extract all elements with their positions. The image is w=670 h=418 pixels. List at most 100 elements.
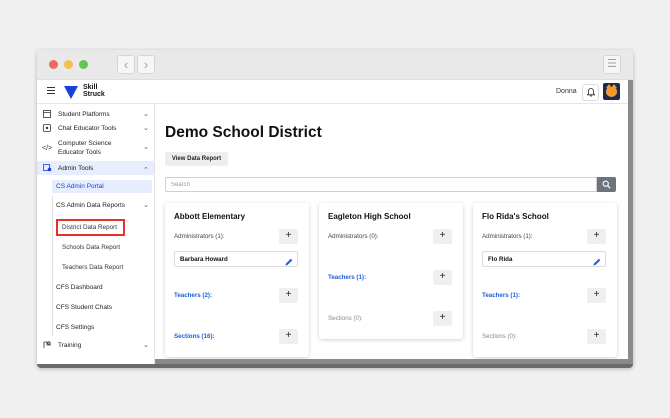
plus-icon: + — [593, 230, 600, 241]
chevron-down-icon: ⌄ — [143, 144, 149, 151]
sections-link[interactable]: Sections (16): — [174, 333, 215, 340]
administrator-entry: Flo Rida — [482, 251, 606, 267]
sidebar-item-cs-educator-tools[interactable]: </> Computer Science Educator Tools ⌄ — [37, 139, 154, 159]
administrator-name: Flo Rida — [488, 256, 513, 263]
plus-icon: + — [285, 230, 292, 241]
sidebar-item-cfs-student-chats[interactable]: CFS Student Chats — [56, 304, 112, 311]
plus-icon: + — [439, 230, 446, 241]
add-section-button[interactable]: + — [279, 329, 298, 344]
sidebar-item-training[interactable]: Training ⌄ — [37, 341, 154, 351]
school-name: Abbott Elementary — [174, 212, 246, 221]
plus-icon: + — [439, 271, 446, 282]
add-teacher-button[interactable]: + — [587, 288, 606, 303]
administrators-label: Administrators (1): — [482, 233, 533, 240]
school-card-flo-rida: Flo Rida's School Administrators (1): + … — [473, 203, 617, 357]
chevron-down-icon: ⌄ — [143, 111, 149, 118]
fox-avatar-icon — [606, 84, 617, 97]
add-administrator-button[interactable]: + — [433, 229, 452, 244]
sidebar-item-label-line-2: Educator Tools — [58, 149, 101, 156]
administrator-entry: Barbara Howard — [174, 251, 298, 267]
sidebar-item-student-platforms[interactable]: Student Platforms ⌄ — [37, 110, 154, 120]
plus-icon: + — [593, 289, 600, 300]
sidebar-item-cs-admin-portal[interactable]: CS Admin Portal — [56, 183, 104, 190]
sidebar-item-teachers-data-report[interactable]: Teachers Data Report — [62, 264, 123, 271]
bell-icon — [586, 88, 595, 97]
training-icon — [42, 341, 52, 350]
search-button[interactable] — [597, 177, 616, 192]
logo-icon[interactable] — [64, 86, 78, 99]
sidebar-item-label: Student Platforms — [58, 111, 110, 118]
window-bottom-edge — [37, 364, 633, 368]
admin-icon — [42, 164, 52, 173]
chat-icon — [42, 124, 52, 133]
logo-line-2: Struck — [83, 91, 105, 98]
user-avatar[interactable] — [603, 83, 620, 100]
logo-text[interactable]: Skill Struck — [83, 84, 105, 98]
teachers-link[interactable]: Teachers (2): — [174, 292, 212, 299]
minimize-window-button[interactable] — [64, 60, 73, 69]
browser-menu-button[interactable]: ☰ — [603, 55, 621, 74]
logo-line-1: Skill — [83, 84, 98, 91]
sidebar-item-label: Chat Educator Tools — [58, 125, 117, 132]
school-card-abbott: Abbott Elementary Administrators (1): + … — [165, 203, 309, 357]
edit-administrator-button[interactable] — [284, 254, 294, 266]
add-administrator-button[interactable]: + — [279, 229, 298, 244]
teachers-link[interactable]: Teachers (1): — [482, 292, 520, 299]
menu-icon: ☰ — [607, 58, 617, 70]
chevron-down-icon: ⌄ — [143, 342, 149, 349]
app: Skill Struck Donna Student Platforms ⌄ C… — [37, 80, 633, 368]
sidebar-item-label: Training — [58, 342, 82, 349]
user-name[interactable]: Donna — [556, 88, 577, 95]
sidebar: Student Platforms ⌄ Chat Educator Tools … — [37, 104, 155, 368]
close-window-button[interactable] — [49, 60, 58, 69]
sections-label: Sections (0): — [328, 315, 363, 322]
administrator-name: Barbara Howard — [180, 256, 228, 263]
chevron-up-icon: ⌃ — [143, 167, 149, 174]
administrators-label: Administrators (1): — [174, 233, 225, 240]
hamburger-menu-icon[interactable] — [47, 87, 55, 95]
chevron-left-icon: ‹ — [123, 57, 129, 72]
chevron-down-icon: ⌄ — [143, 125, 149, 132]
sidebar-item-label-line-1: Computer Science — [58, 140, 112, 147]
sidebar-item-label: CS Admin Data Reports — [56, 202, 126, 209]
add-teacher-button[interactable]: + — [433, 270, 452, 285]
forward-button[interactable]: › — [137, 55, 155, 74]
add-administrator-button[interactable]: + — [587, 229, 606, 244]
sidebar-item-chat-educator-tools[interactable]: Chat Educator Tools ⌄ — [37, 124, 154, 134]
sidebar-item-admin-tools[interactable]: Admin Tools ⌃ — [37, 164, 154, 174]
notifications-button[interactable] — [582, 84, 599, 101]
plus-icon: + — [285, 330, 292, 341]
plus-icon: + — [285, 289, 292, 300]
school-card-eagleton: Eagleton High School Administrators (0):… — [319, 203, 463, 339]
main-content: Demo School District View Data Report Ab… — [155, 104, 633, 368]
plus-icon: + — [439, 312, 446, 323]
administrators-label: Administrators (0): — [328, 233, 379, 240]
back-button[interactable]: ‹ — [117, 55, 135, 74]
search-input[interactable] — [165, 177, 597, 192]
window-icon — [42, 110, 52, 119]
sidebar-divider — [52, 196, 53, 336]
maximize-window-button[interactable] — [79, 60, 88, 69]
teachers-link[interactable]: Teachers (1): — [328, 274, 366, 281]
add-teacher-button[interactable]: + — [279, 288, 298, 303]
sidebar-item-schools-data-report[interactable]: Schools Data Report — [62, 244, 120, 251]
edit-administrator-button[interactable] — [592, 254, 602, 266]
district-report-highlight — [56, 219, 125, 236]
sidebar-item-cs-admin-data-reports[interactable]: CS Admin Data Reports ⌄ — [37, 201, 154, 211]
add-section-button[interactable]: + — [587, 329, 606, 344]
page-title: Demo School District — [165, 124, 322, 141]
school-name: Flo Rida's School — [482, 212, 549, 221]
pencil-icon — [593, 258, 601, 266]
search-icon — [602, 180, 611, 189]
school-name: Eagleton High School — [328, 212, 411, 221]
add-section-button[interactable]: + — [433, 311, 452, 326]
view-data-report-button[interactable]: View Data Report — [165, 152, 228, 166]
chevron-right-icon: › — [143, 57, 149, 72]
sections-label: Sections (0): — [482, 333, 517, 340]
sidebar-item-label: Admin Tools — [58, 165, 94, 172]
pencil-icon — [285, 258, 293, 266]
vertical-scrollbar[interactable] — [628, 80, 633, 368]
sidebar-item-cfs-dashboard[interactable]: CFS Dashboard — [56, 284, 103, 291]
sidebar-item-cfs-settings[interactable]: CFS Settings — [56, 324, 94, 331]
plus-icon: + — [593, 330, 600, 341]
